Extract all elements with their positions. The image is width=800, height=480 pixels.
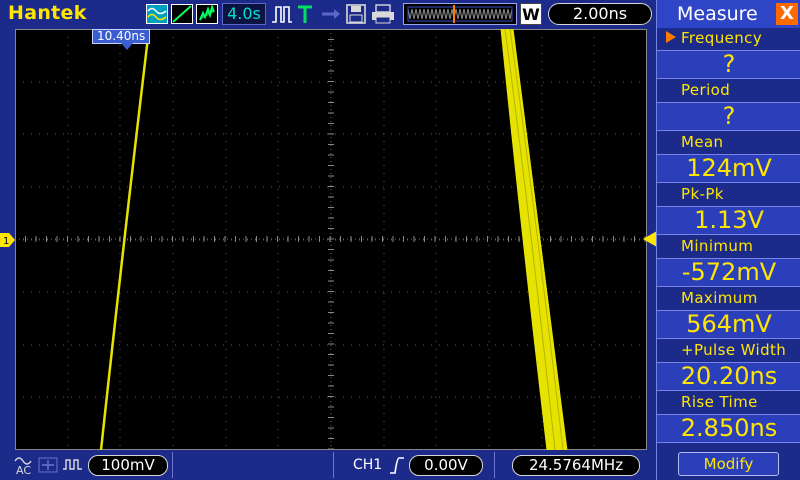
measure-value: 564mV	[657, 310, 800, 339]
measure-value: 20.20ns	[657, 362, 800, 391]
trigger-level-marker[interactable]	[643, 231, 657, 247]
selected-arrow-icon	[666, 31, 676, 43]
measure-label: Pk-Pk	[681, 185, 724, 203]
top-toolbar: Hantek 4.0s W 2.00ns	[0, 0, 656, 28]
waveform-icon[interactable]	[146, 4, 168, 24]
measure-label: +Pulse Width	[681, 341, 787, 359]
measure-label: Frequency	[681, 29, 763, 47]
probe-icon[interactable]	[62, 456, 84, 474]
trigger-position-flag[interactable]: 10.40ns	[92, 29, 151, 44]
modify-button[interactable]: Modify	[678, 452, 779, 476]
divider	[494, 452, 495, 478]
measure-label: Period	[681, 81, 731, 99]
graticule	[15, 29, 647, 450]
volts-per-div[interactable]: 100mV	[88, 455, 168, 476]
brand-logo: Hantek	[8, 2, 87, 24]
divider	[333, 452, 334, 478]
window-badge[interactable]: W	[520, 3, 542, 25]
timebase-readout[interactable]: 2.00ns	[548, 3, 652, 25]
measure-item-pulse-width[interactable]: +Pulse Width 20.20ns	[657, 340, 800, 392]
close-button[interactable]: X	[776, 3, 798, 25]
waveform-overview[interactable]	[403, 3, 517, 25]
waveform-display[interactable]	[15, 29, 647, 450]
channel-1-ground-marker[interactable]: 1	[0, 232, 15, 247]
measure-value: 1.13V	[657, 206, 800, 235]
trigger-level-readout[interactable]: 0.00V	[409, 455, 483, 476]
print-icon[interactable]	[371, 4, 395, 24]
measure-label: Maximum	[681, 289, 758, 307]
measure-label: Minimum	[681, 237, 754, 255]
measure-item-minimum[interactable]: Minimum -572mV	[657, 236, 800, 288]
measure-item-mean[interactable]: Mean 124mV	[657, 132, 800, 184]
save-icon[interactable]	[346, 4, 366, 24]
bottom-status-bar: AC 100mV CH1 0.00V 24.5764MHz	[0, 450, 656, 480]
measure-item-rise-time[interactable]: Rise Time 2.850ns	[657, 392, 800, 444]
ac-coupling-icon[interactable]: AC	[13, 455, 35, 477]
acquire-time-readout: 4.0s	[222, 3, 266, 25]
measure-label: Mean	[681, 133, 724, 151]
pulse-icon[interactable]	[271, 4, 293, 24]
channel-marker-label: 1	[3, 236, 9, 247]
measure-value: 124mV	[657, 154, 800, 183]
measure-item-frequency[interactable]: Frequency ?	[657, 28, 800, 80]
trigger-t-icon[interactable]	[296, 4, 314, 24]
divider	[172, 452, 173, 478]
measure-item-period[interactable]: Period ?	[657, 80, 800, 132]
trigger-channel-label: CH1	[353, 457, 383, 473]
trigger-position-marker[interactable]	[121, 43, 133, 50]
frequency-counter: 24.5764MHz	[512, 455, 640, 476]
bandwidth-limit-icon[interactable]	[38, 456, 58, 474]
measure-item-maximum[interactable]: Maximum 564mV	[657, 288, 800, 340]
measure-label: Rise Time	[681, 393, 758, 411]
edge-icon[interactable]	[171, 4, 193, 24]
measure-panel: Measure X Frequency ? Period ? Mean 124m…	[656, 0, 800, 480]
measure-item-pk-pk[interactable]: Pk-Pk 1.13V	[657, 184, 800, 236]
arrow-icon[interactable]	[320, 4, 342, 24]
measure-value: ?	[657, 50, 800, 79]
coupling-label: AC	[16, 464, 31, 475]
measure-value: -572mV	[657, 258, 800, 287]
noise-icon[interactable]	[196, 4, 218, 24]
measure-value: ?	[657, 102, 800, 131]
rising-edge-icon[interactable]	[389, 456, 405, 474]
measure-value: 2.850ns	[657, 414, 800, 443]
